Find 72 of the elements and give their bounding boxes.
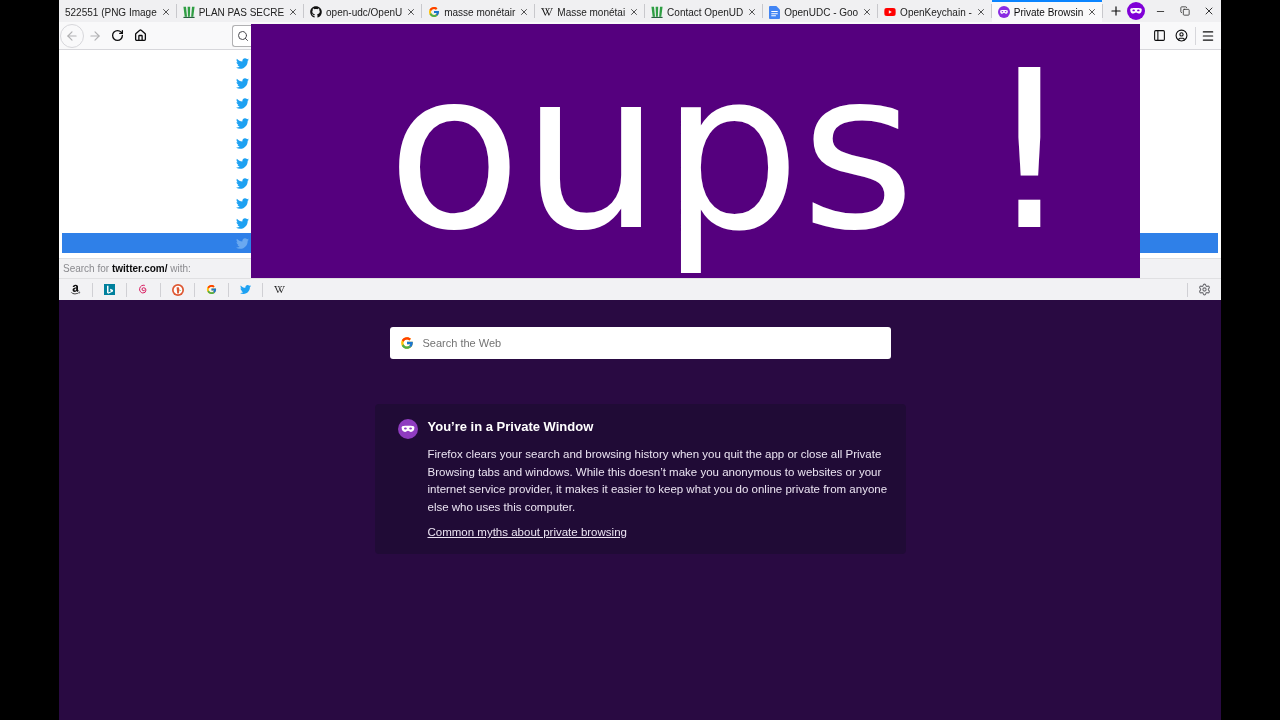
search-with-label: Search for twitter.com/ with: [63, 262, 191, 276]
w-logo-icon [274, 284, 285, 295]
plus-icon [1108, 4, 1123, 18]
close-icon [747, 7, 758, 17]
close-tab-button[interactable] [519, 7, 530, 17]
close-icon [975, 7, 986, 17]
document-icon [769, 5, 781, 19]
close-icon [288, 7, 299, 17]
close-icon [629, 7, 640, 17]
browser-tab[interactable]: 522551 (PNG Image [59, 0, 176, 22]
browser-tab[interactable]: PLAN PAS SECRE [176, 0, 304, 22]
bird-icon [236, 116, 249, 130]
bird-icon [236, 136, 249, 150]
circular-arrow-icon [110, 29, 124, 42]
bird-icon [240, 284, 251, 295]
house-icon [133, 29, 147, 42]
bird-icon [236, 156, 249, 170]
bars-logo-icon [651, 6, 664, 18]
close-icon [160, 7, 171, 17]
url-field[interactable] [232, 24, 252, 47]
close-icon [519, 7, 530, 17]
close-tab-button[interactable] [1087, 7, 1098, 17]
bird-icon [236, 96, 249, 110]
web-search-field[interactable]: Search the Web [389, 327, 891, 359]
close-tab-button[interactable] [747, 7, 758, 17]
mask-icon [1126, 2, 1145, 20]
bird-icon [236, 176, 249, 190]
cat-logo-icon [310, 6, 323, 18]
close-icon [1087, 7, 1098, 17]
browser-tab[interactable]: Contact OpenUD [645, 0, 763, 22]
browser-tab[interactable]: OpenKeychain - [878, 0, 991, 22]
close-icon [406, 7, 417, 17]
gear-icon [1198, 283, 1211, 296]
bird-icon [236, 236, 249, 250]
close-tab-button[interactable] [629, 7, 640, 17]
search-icon [237, 29, 249, 42]
overlapping-squares-icon [1179, 6, 1190, 16]
w-logo-icon [541, 6, 554, 18]
browser-tab[interactable]: open-udc/OpenU [304, 0, 422, 22]
bird-icon [236, 216, 249, 230]
close-tab-button[interactable] [160, 7, 171, 17]
duck-logo-icon [171, 283, 184, 296]
browser-tab[interactable]: Masse monétai [535, 0, 645, 22]
close-tab-button[interactable] [975, 7, 986, 17]
g-logo-icon [428, 6, 441, 18]
bird-icon [236, 56, 249, 70]
browser-tab[interactable]: Private Browsin [991, 0, 1103, 22]
notice-text: Firefox clears your search and browsing history when you quit the app or close all Private Browsing tabs and windows. While this doesn’t make you anonymous to websites or your internet service provider, it makes it easier to keep what you do online private from anyone else who uses this computer. [427, 447, 889, 515]
browser-tab[interactable]: OpenUDC - Goo [763, 0, 878, 22]
notice-title: You’re in a Private Window [427, 419, 594, 435]
close-tab-button[interactable] [288, 7, 299, 17]
mask-icon [397, 419, 418, 439]
banner-text: oups ! [387, 24, 1074, 278]
bird-icon [236, 196, 249, 210]
b-logo-icon [104, 284, 115, 295]
user-circle-icon [1174, 29, 1188, 42]
right-arrow-icon [88, 28, 102, 43]
a-logo-icon [70, 284, 81, 295]
play-logo-icon [884, 6, 897, 18]
browser-tab[interactable]: masse monétair [422, 0, 535, 22]
panel-icon [1152, 29, 1166, 42]
g-logo-icon [399, 336, 414, 350]
close-tab-button[interactable] [862, 7, 873, 17]
menu-icon [1201, 28, 1215, 43]
g-logo-icon [206, 284, 217, 295]
close-tab-button[interactable] [406, 7, 417, 17]
myths-link[interactable]: Common myths about private browsing [427, 524, 627, 542]
bird-icon [236, 76, 249, 90]
mask-icon [997, 6, 1010, 18]
bars-logo-icon [182, 6, 195, 18]
spiral-icon [138, 284, 149, 295]
close-icon [862, 7, 873, 17]
